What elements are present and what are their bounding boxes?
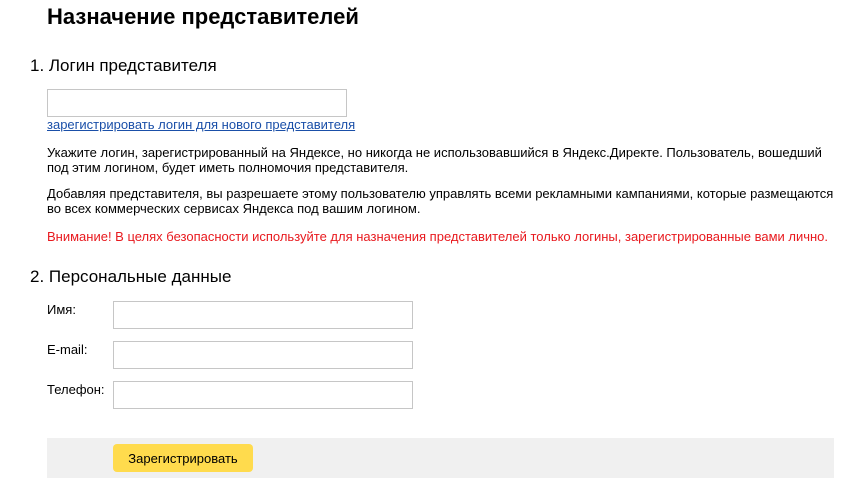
login-input[interactable] xyxy=(47,89,347,117)
email-input[interactable] xyxy=(113,341,413,369)
permission-info-text: Добавляя представителя, вы разрешаете эт… xyxy=(47,186,834,216)
form-footer-bar: Зарегистрировать xyxy=(47,438,834,478)
section-heading-personal: 2. Персональные данные xyxy=(30,267,232,286)
phone-input[interactable] xyxy=(113,381,413,409)
name-input[interactable] xyxy=(113,301,413,329)
email-label: E-mail: xyxy=(47,342,88,357)
security-warning-text: Внимание! В целях безопасности используй… xyxy=(47,229,829,244)
register-new-login-link[interactable]: зарегистрировать логин для нового предст… xyxy=(47,117,355,133)
register-button[interactable]: Зарегистрировать xyxy=(113,444,253,472)
page-title: Назначение представителей xyxy=(47,4,359,29)
section-heading-login: 1. Логин представителя xyxy=(30,56,217,75)
name-label: Имя: xyxy=(47,302,76,317)
phone-label: Телефон: xyxy=(47,382,105,397)
login-info-text: Укажите логин, зарегистрированный на Янд… xyxy=(47,145,822,175)
